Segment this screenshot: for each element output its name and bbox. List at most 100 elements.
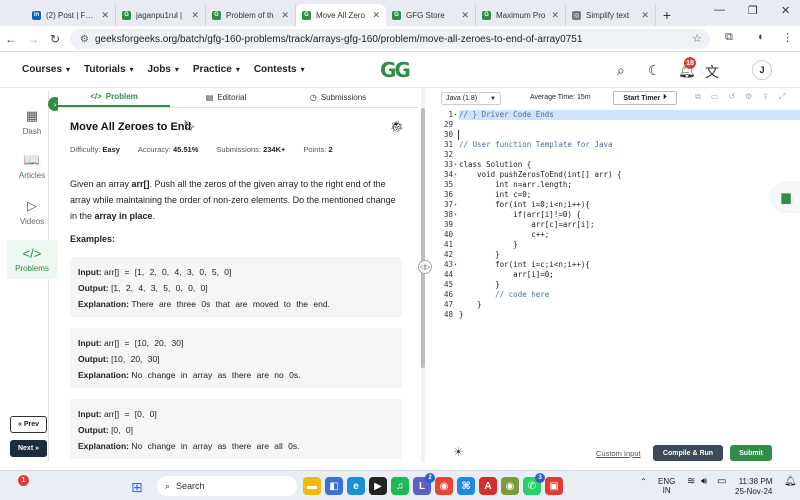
problem-scrollbar[interactable]: [421, 88, 425, 463]
tab-close-icon[interactable]: ✕: [191, 10, 199, 21]
back-icon[interactable]: ←: [0, 32, 22, 46]
tab-close-icon[interactable]: ✕: [641, 10, 649, 21]
new-tab-icon[interactable]: +: [656, 4, 678, 26]
tray-chevron-icon[interactable]: ⌃: [640, 477, 647, 486]
language-indicator[interactable]: ENG IN: [658, 477, 675, 495]
nav-jobs[interactable]: Jobs ▾: [148, 64, 179, 75]
browser-tab[interactable]: G Move All Zero ✕: [296, 4, 386, 26]
tab-close-icon[interactable]: ✕: [281, 10, 289, 21]
tab-icon: </>: [90, 92, 102, 101]
resize-handle-icon[interactable]: ◁▷: [418, 260, 432, 274]
taskbar-app-acrobat[interactable]: A: [479, 477, 497, 495]
notifications-icon[interactable]: 🔔︎: [784, 477, 797, 487]
tab-problem[interactable]: </> Problem: [58, 88, 170, 107]
volume-icon[interactable]: 🔊︎: [701, 477, 707, 487]
close-window-icon[interactable]: ✕: [781, 4, 790, 17]
taskbar-app-extra-app[interactable]: ▣: [545, 477, 563, 495]
line-number: 31: [443, 140, 453, 149]
copy-icon[interactable]: ⧉: [695, 92, 701, 102]
fold-chevron-icon[interactable]: ▾: [454, 112, 457, 118]
tab-editorial[interactable]: ▤ Editorial: [170, 88, 282, 107]
avatar[interactable]: J: [752, 60, 772, 80]
taskbar-app-teams[interactable]: L2: [413, 473, 435, 495]
browser-tab[interactable]: in (2) Post | Feed ✕: [26, 4, 116, 26]
taskbar-search[interactable]: ⌕ Search: [157, 476, 297, 496]
language-select[interactable]: Java (1.8) ▼: [441, 92, 501, 105]
browser-tab[interactable]: ◎ Simplify text ✕: [566, 4, 656, 26]
bookmark-star-icon[interactable]: ☆: [692, 32, 702, 45]
line-number: 47: [443, 300, 453, 309]
nav-tutorials[interactable]: Tutorials ▾: [84, 64, 134, 75]
code-editor[interactable]: 1 29 30 31 32 33 34 35 36 37 38 39 40 41 42 43 44 45 46 47 4…: [433, 110, 800, 428]
taskbar-app-store[interactable]: ◧: [325, 477, 343, 495]
maximize-icon[interactable]: ❐: [748, 4, 758, 17]
left-sidebar: ▦ Dash 📖 Articles ▷ Videos </> Problems: [7, 90, 57, 462]
tab-close-icon[interactable]: ✕: [461, 10, 469, 21]
report-bug-icon[interactable]: 🐞︎: [390, 120, 404, 133]
tab-submissions[interactable]: ◷ Submissions: [282, 88, 394, 107]
taskbar-app-whatsapp[interactable]: ✆ 3: [523, 473, 545, 495]
fullscreen-icon[interactable]: ⤢: [779, 92, 785, 102]
next-button[interactable]: Next »: [10, 440, 47, 457]
paste-icon[interactable]: ▭: [711, 92, 719, 102]
taskbar-app-chrome[interactable]: ◉: [435, 477, 453, 495]
fold-chevron-icon[interactable]: ▾: [454, 212, 457, 218]
fold-chevron-icon[interactable]: ▾: [454, 262, 457, 268]
browser-tab[interactable]: Gjaganpu1rul | ✕: [116, 4, 206, 26]
reset-icon[interactable]: ↺: [728, 92, 735, 102]
tab-close-icon[interactable]: ✕: [551, 10, 559, 21]
code-line: // } Driver Code Ends: [459, 110, 800, 120]
submit-button[interactable]: Submit: [730, 445, 772, 461]
examples-heading: Examples:: [70, 234, 116, 244]
start-timer-button[interactable]: Start Timer ⏵: [613, 91, 677, 105]
fold-chevron-icon[interactable]: ▾: [454, 162, 457, 168]
taskbar-app-edge[interactable]: e: [347, 477, 365, 495]
url-field[interactable]: ⚙ geeksforgeeks.org/batch/gfg-160-proble…: [70, 29, 710, 49]
tab-close-icon[interactable]: ✕: [372, 10, 380, 21]
search-icon[interactable]: ⌕: [617, 62, 625, 79]
taskbar-app-vscode[interactable]: ⌘: [457, 477, 475, 495]
nav-contests[interactable]: Contests ▾: [254, 64, 305, 75]
battery-icon[interactable]: ▭: [717, 477, 726, 487]
nav-courses[interactable]: Courses ▾: [22, 64, 70, 75]
menu-dots-icon[interactable]: ⋮: [782, 31, 793, 44]
fold-chevron-icon[interactable]: ▾: [454, 202, 457, 208]
chat-icon[interactable]: ▆: [772, 183, 800, 211]
translate-icon[interactable]: 文: [705, 62, 719, 82]
settings-icon[interactable]: ⚙: [745, 92, 752, 102]
taskbar-app-chrome-profile[interactable]: ◉: [501, 477, 519, 495]
compile-run-button[interactable]: Compile & Run: [653, 445, 723, 461]
share-icon[interactable]: ⇪: [762, 92, 769, 102]
site-info-icon[interactable]: ⚙: [80, 34, 89, 45]
wifi-icon[interactable]: ≋: [687, 477, 695, 487]
sidebar-item-articles[interactable]: 📖 Articles: [7, 152, 57, 180]
extensions-icon[interactable]: ⧉: [725, 31, 733, 44]
minimize-icon[interactable]: —: [714, 4, 725, 16]
sidebar-item-videos[interactable]: ▷ Videos: [7, 198, 57, 226]
app-badge: 3: [535, 473, 545, 483]
windows-start-icon[interactable]: ⊞: [131, 479, 143, 496]
sidebar-item-problems[interactable]: </> Problems: [7, 240, 57, 279]
browser-tab[interactable]: G GFG Store ✕: [386, 4, 476, 26]
weather-badge[interactable]: 1: [18, 475, 29, 486]
gfg-logo[interactable]: GG: [380, 58, 420, 82]
taskbar-app-file-explorer[interactable]: ▬: [303, 477, 321, 495]
profile-icon[interactable]: ◐: [758, 31, 765, 43]
dark-mode-icon[interactable]: ☾: [648, 62, 661, 79]
prev-button[interactable]: « Prev: [10, 416, 47, 433]
example-block: Input: arr[] = [1, 2, 0, 4, 3, 0, 5, 0] O…: [70, 257, 402, 317]
forward-icon[interactable]: →: [22, 32, 44, 46]
nav-practice[interactable]: Practice ▾: [193, 64, 240, 75]
browser-tab[interactable]: G Problem of th ✕: [206, 4, 296, 26]
fold-chevron-icon[interactable]: ▾: [454, 172, 457, 178]
reload-icon[interactable]: ↻: [44, 32, 66, 46]
sidebar-item-dash[interactable]: ▦ Dash: [7, 108, 57, 136]
custom-input-link[interactable]: Custom Input: [596, 449, 641, 458]
taskbar-app-spotify[interactable]: ♫: [391, 477, 409, 495]
system-clock[interactable]: 11:38 PM 25-Nov-24: [735, 477, 772, 497]
bookmark-icon[interactable]: 🔖︎: [183, 121, 196, 132]
taskbar-app-media[interactable]: ▶: [369, 477, 387, 495]
hint-bulb-icon[interactable]: ☀: [453, 445, 464, 459]
browser-tab[interactable]: G Maximum Pro ✕: [476, 4, 566, 26]
tab-close-icon[interactable]: ✕: [101, 10, 109, 21]
